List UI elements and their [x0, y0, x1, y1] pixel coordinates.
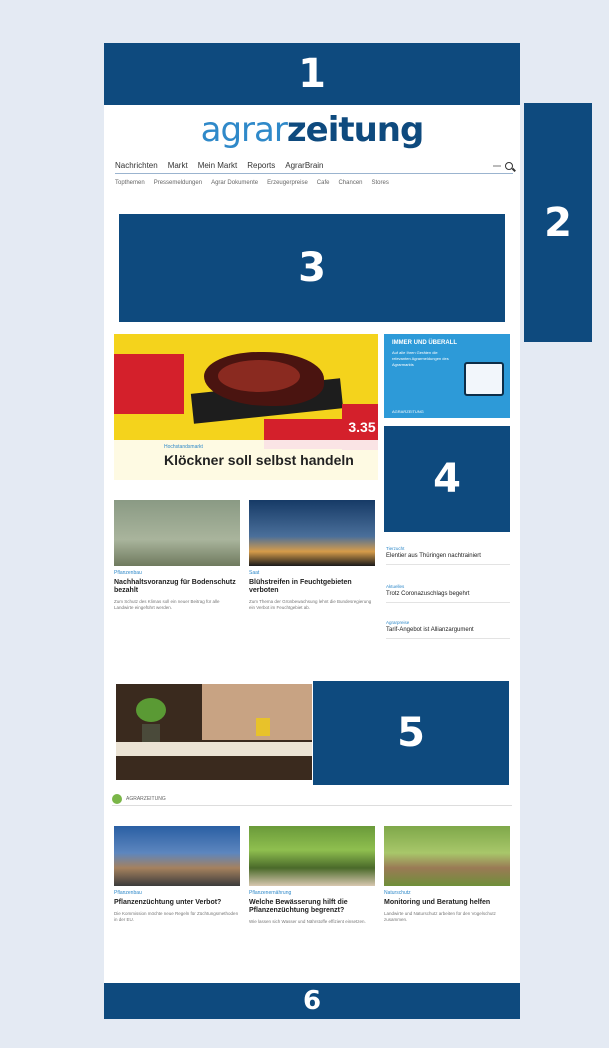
- video-still-plant: [136, 698, 166, 722]
- nav-item-agrarbrain[interactable]: AgrarBrain: [285, 161, 323, 170]
- placeholder-slot-5: 5: [313, 681, 509, 785]
- subnav-item[interactable]: Topthemen: [115, 180, 145, 186]
- article-tag: Pflanzenernährung: [249, 890, 292, 896]
- nav-item-nachrichten[interactable]: Nachrichten: [115, 161, 158, 170]
- ad-footer: AGRARZEITUNG: [392, 409, 424, 414]
- article-teaser: Zum Schutz des Klimas soll ein neuer Bei…: [114, 599, 220, 610]
- ad-text: Auf alle Ihren Geräten die relevanten Ag…: [392, 350, 449, 367]
- article-title[interactable]: Blühstreifen in Feuchtgebieten verboten: [249, 579, 375, 595]
- subnav-item[interactable]: Agrar Dokumente: [211, 180, 258, 186]
- search-icon[interactable]: [505, 161, 513, 170]
- hero-image-shape: [114, 354, 184, 414]
- sub-nav: Topthemen Pressemeldungen Agrar Dokument…: [115, 180, 513, 186]
- article-image: [249, 500, 375, 566]
- article-tag: Naturschutz: [384, 890, 411, 896]
- placeholder-slot-6: 6: [104, 983, 520, 1019]
- article-card[interactable]: Naturschutz Monitoring und Beratung helf…: [384, 826, 510, 923]
- article-tag: Pflanzenbau: [114, 890, 142, 896]
- article-tag: Pflanzenbau: [114, 570, 142, 576]
- video-still-pot: [142, 724, 160, 742]
- article-card[interactable]: Pflanzenernährung Welche Bewässerung hil…: [249, 826, 375, 925]
- article-image: [384, 826, 510, 886]
- article-image: [114, 826, 240, 886]
- sidebar-tag: Agrarpreise: [386, 620, 410, 625]
- sidebar-tag: Aktuelles: [386, 584, 405, 589]
- article-teaser: Landwirte und Naturschutz arbeiten für d…: [384, 911, 496, 922]
- hero-title[interactable]: Klöckner soll selbst handeln: [164, 452, 378, 468]
- nav-item-mein-markt[interactable]: Mein Markt: [198, 161, 238, 170]
- sidebar-item[interactable]: Tierzucht Elentier aus Thüringen nachtra…: [386, 546, 510, 565]
- article-title[interactable]: Pflanzenzüchtung unter Verbot?: [114, 899, 240, 907]
- subnav-item[interactable]: Pressemeldungen: [154, 180, 202, 186]
- hero-tag: Hochstandsmarkt: [164, 444, 203, 450]
- ad-title: IMMER UND ÜBERALL: [392, 340, 457, 346]
- article-tag: Saat: [249, 570, 260, 576]
- placeholder-slot-3: 3: [119, 214, 505, 322]
- video-teaser[interactable]: [116, 684, 312, 780]
- nav-item-reports[interactable]: Reports: [247, 161, 275, 170]
- article-title[interactable]: Monitoring und Beratung helfen: [384, 899, 510, 907]
- article-title[interactable]: Welche Bewässerung hilft die Pflanzenzüc…: [249, 899, 375, 915]
- subnav-item[interactable]: Stores: [372, 180, 389, 186]
- hero-teaser[interactable]: 3.35 Hochstandsmarkt Klöckner soll selbs…: [114, 334, 378, 480]
- article-teaser: Zum Thema der Grünbewachsung lehnt die B…: [249, 599, 372, 610]
- subnav-item[interactable]: Chancen: [338, 180, 362, 186]
- placeholder-slot-2: 2: [524, 103, 592, 342]
- section-label: AGRARZEITUNG: [126, 795, 166, 802]
- article-teaser: Wie lassen sich Wasser und Nährstoffe ef…: [249, 919, 366, 924]
- article-image: [114, 500, 240, 566]
- section-icon: [112, 793, 122, 804]
- ad-banner[interactable]: IMMER UND ÜBERALL Auf alle Ihren Geräten…: [384, 334, 510, 418]
- subnav-item[interactable]: Cafe: [317, 180, 330, 186]
- video-still-shelf: [116, 742, 312, 756]
- sidebar-title[interactable]: Trotz Coronazuschlags begehrt: [386, 591, 510, 598]
- article-card[interactable]: Pflanzenbau Pflanzenzüchtung unter Verbo…: [114, 826, 240, 923]
- section-header: AGRARZEITUNG: [112, 792, 512, 806]
- placeholder-slot-4: 4: [384, 426, 510, 532]
- article-teaser: Die Kommission möchte neue Regeln für Zü…: [114, 911, 239, 922]
- sidebar-item[interactable]: Agrarpreise Tarif-Angebot ist Allianzarg…: [386, 620, 510, 639]
- article-card[interactable]: Pflanzenbau Nachhaltsvoranzug für Bodens…: [114, 500, 240, 611]
- subnav-item[interactable]: Erzeugerpreise: [267, 180, 308, 186]
- device-icon: [464, 362, 504, 396]
- article-card[interactable]: Saat Blühstreifen in Feuchtgebieten verb…: [249, 500, 375, 611]
- site-logo[interactable]: agrarzeitung: [104, 110, 520, 150]
- login-button[interactable]: [493, 164, 501, 167]
- video-still-cup: [256, 718, 270, 736]
- nav-item-markt[interactable]: Markt: [168, 161, 188, 170]
- hero-caption: Hochstandsmarkt Klöckner soll selbst han…: [114, 440, 378, 480]
- sidebar-title[interactable]: Elentier aus Thüringen nachtrainiert: [386, 553, 510, 560]
- main-nav: Nachrichten Markt Mein Markt Reports Agr…: [115, 158, 513, 174]
- placeholder-slot-1: 1: [104, 43, 520, 105]
- sidebar-item[interactable]: Aktuelles Trotz Coronazuschlags begehrt: [386, 584, 510, 603]
- sidebar-title[interactable]: Tarif-Angebot ist Allianzargument: [386, 627, 510, 634]
- article-title[interactable]: Nachhaltsvoranzug für Bodenschutz bezahl…: [114, 579, 240, 595]
- hero-image-meat: [218, 360, 300, 392]
- article-image: [249, 826, 375, 886]
- sidebar-tag: Tierzucht: [386, 546, 405, 551]
- nav-tools: [493, 161, 513, 170]
